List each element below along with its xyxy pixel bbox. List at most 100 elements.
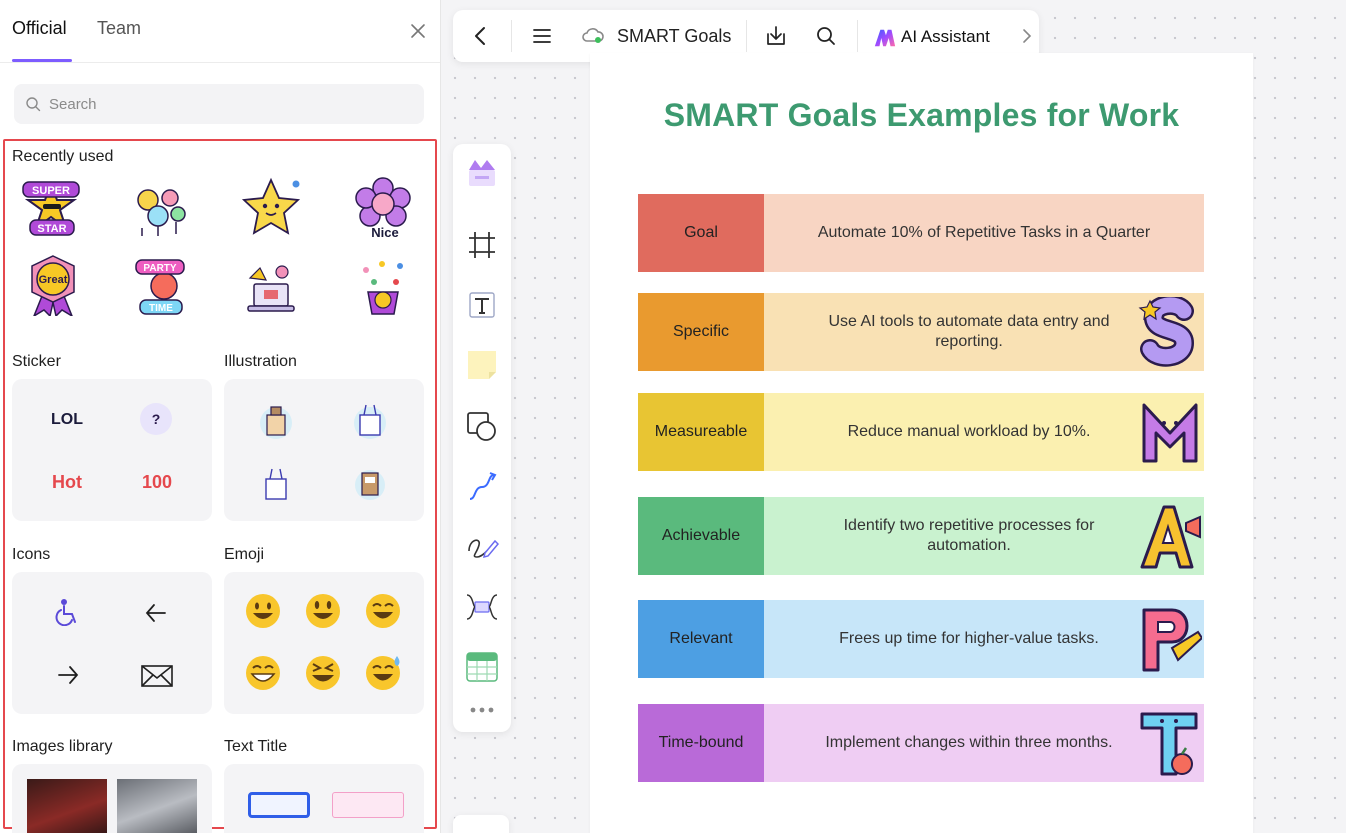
text-title-card[interactable] [224,764,424,833]
letter-r-icon [1142,608,1202,672]
download-icon[interactable] [764,24,788,48]
document-heading[interactable]: SMART Goals Examples for Work [590,97,1253,134]
bag-character-2-illustration[interactable] [258,465,294,505]
letter-a-icon [1140,505,1201,569]
search-icon[interactable] [814,24,838,48]
relevant-row[interactable]: Relevant Frees up time for higher-value … [638,600,1204,678]
nice-flower-sticker[interactable]: Nice [352,176,414,238]
sticker-section-title: Sticker [12,353,61,370]
bottom-tool-button[interactable] [453,815,509,833]
tab-official[interactable]: Official [12,18,67,39]
happy-star-sticker[interactable] [240,176,302,238]
connector-icon [469,472,497,500]
search-input[interactable] [49,95,409,113]
search-icon [26,97,41,112]
illustration-card[interactable] [224,379,424,521]
illustration-section-title: Illustration [224,353,297,370]
mindmap-tool[interactable] [465,590,499,624]
text-tool[interactable] [465,288,499,322]
pink-frame-title[interactable] [332,792,404,818]
confetti-pot-sticker[interactable] [352,256,414,318]
notebook-illustration[interactable] [352,465,388,505]
tab-team[interactable]: Team [97,18,141,39]
lol-sticker[interactable]: LOL [42,405,92,435]
letter-t-icon [1140,712,1198,776]
achievable-row[interactable]: Achievable Identify two repetitive proce… [638,497,1204,575]
flower-friends-sticker[interactable] [128,178,190,240]
time-text: TIME [149,303,173,314]
divider [511,20,512,52]
chevron-right-icon[interactable] [1015,24,1039,48]
close-icon[interactable] [406,19,430,43]
bag-character-illustration[interactable] [352,401,388,441]
back-icon[interactable] [469,24,493,48]
template-icon [469,160,495,186]
smile-emoji-icon[interactable] [364,592,402,630]
shape-tool[interactable] [465,410,499,444]
row-label: Measureable [638,393,764,471]
mindmap-icon [466,594,498,620]
pen-icon [468,539,499,559]
hot-sticker[interactable]: Hot [42,467,92,497]
row-label: Relevant [638,600,764,678]
nice-text: Nice [371,225,398,238]
question-sticker[interactable]: ? [140,403,172,435]
search-field[interactable] [14,84,424,124]
row-label: Time-bound [638,704,764,782]
template-tool[interactable] [465,156,499,190]
connector-tool[interactable] [465,470,499,504]
frame-icon [469,232,495,258]
envelope-icon[interactable] [140,664,174,688]
tools-toolbar [453,144,511,732]
ai-assistant-icon[interactable] [873,26,897,50]
more-tools-button[interactable] [465,698,499,722]
ai-assistant-label[interactable]: AI Assistant [901,27,990,47]
menu-icon[interactable] [530,24,554,48]
sticky-note-tool[interactable] [465,348,499,382]
icons-section-title: Icons [12,546,51,563]
sticky-note-icon [468,351,496,379]
measureable-row[interactable]: Measureable Reduce manual workload by 10… [638,393,1204,471]
pen-tool[interactable] [465,530,499,564]
specific-row[interactable]: Specific Use AI tools to automate data e… [638,293,1204,371]
table-tool[interactable] [465,650,499,684]
table-icon [466,652,498,682]
box-character-illustration[interactable] [258,401,294,441]
goal-row[interactable]: Goal Automate 10% of Repetitive Tasks in… [638,194,1204,272]
arrow-right-icon[interactable] [56,664,80,686]
sweat-smile-emoji-icon[interactable] [364,654,404,692]
accessibility-icon[interactable] [54,598,80,626]
blue-frame-title[interactable] [248,792,310,818]
time-bound-row[interactable]: Time-bound Implement changes within thre… [638,704,1204,782]
great-text: Great [39,274,68,286]
whiteboard-canvas[interactable]: SMART Goals AI Assistant SMART Goals Exa… [441,0,1346,833]
party-time-sticker[interactable]: PARTY TIME [130,256,192,318]
arrow-left-icon[interactable] [144,602,168,624]
super-star-sticker[interactable]: SUPER STAR [20,176,82,238]
sticker-card[interactable]: LOL ? Hot 100 [12,379,212,521]
hundred-sticker[interactable]: 100 [132,467,182,497]
laptop-sticker[interactable] [240,258,302,320]
document-page[interactable]: SMART Goals Examples for Work Goal Autom… [590,53,1253,833]
smiley-emoji-icon[interactable] [304,592,342,630]
frame-tool[interactable] [465,228,499,262]
grinning-emoji-icon[interactable] [244,592,282,630]
grin-emoji-icon[interactable] [244,654,282,692]
letter-s-icon [1138,297,1195,367]
laughing-emoji-icon[interactable] [304,654,342,692]
cloud-sync-icon [582,28,604,43]
images-library-card[interactable] [12,764,212,833]
shape-icon [467,412,496,441]
divider [746,20,747,52]
active-tab-indicator [12,59,72,62]
photo-thumbnail-1[interactable] [27,779,107,833]
emoji-section-title: Emoji [224,546,265,563]
document-title[interactable]: SMART Goals [617,26,731,47]
text-icon [469,292,495,318]
photo-thumbnail-2[interactable] [117,779,197,833]
icons-card[interactable] [12,572,212,714]
emoji-card[interactable] [224,572,424,714]
party-text: PARTY [143,263,176,274]
panel-tabs: Official Team [0,0,440,63]
great-badge-sticker[interactable]: Great [22,254,84,316]
